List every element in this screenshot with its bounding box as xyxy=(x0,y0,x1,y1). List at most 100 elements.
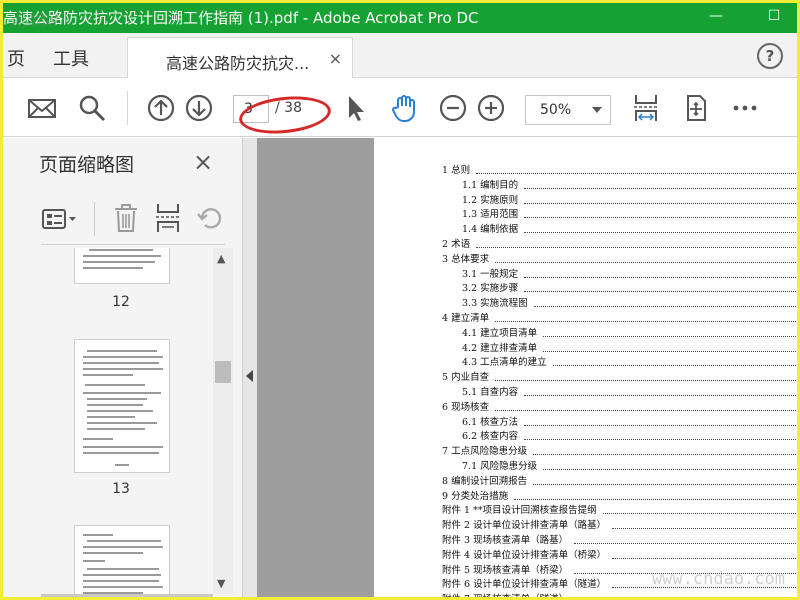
toc-entry[interactable]: 3.1 一般规定 xyxy=(462,266,797,280)
toolbar: 3 / 38 50% xyxy=(3,79,797,138)
toc-entry[interactable]: 1.2 实施原则 xyxy=(462,192,797,206)
toc-entry[interactable]: 附件 7 现场核查清单（隧道） xyxy=(442,591,797,597)
toc-entry[interactable]: 2 术语 xyxy=(442,236,797,250)
toc-entry[interactable]: 附件 3 现场核查清单（路基） xyxy=(442,532,797,546)
toc-entry[interactable]: 3 总体要求 xyxy=(442,251,797,265)
toc-entry-text: 6 现场核查 xyxy=(442,401,492,413)
toc-leader-dots xyxy=(612,528,797,530)
menu-tab-bar: 页 工具 高速公路防灾抗灾... × ? xyxy=(3,33,797,78)
toc-leader-dots xyxy=(476,173,797,174)
menu-home[interactable]: 页 xyxy=(7,45,25,71)
toc-entry[interactable]: 6 现场核查 xyxy=(442,399,797,413)
split-page-icon[interactable] xyxy=(153,202,183,234)
select-cursor-icon[interactable] xyxy=(341,93,371,123)
thumbnail-horizontal-scrollbar[interactable] xyxy=(41,594,213,597)
toc-entry[interactable]: 6.1 核查方法 xyxy=(462,414,797,428)
toc-entry[interactable]: 附件 1 **项目设计回溯核查报告提纲 xyxy=(442,502,797,517)
panel-tools-divider xyxy=(94,202,95,236)
toc-entry[interactable]: 1.4 编制依据 xyxy=(462,221,797,236)
search-icon[interactable] xyxy=(77,93,107,123)
toc-entry[interactable]: 4.1 建立项目清单 xyxy=(462,325,797,339)
toc-entry-text: 附件 7 现场核查清单（隧道） xyxy=(442,594,571,597)
panel-splitter[interactable] xyxy=(243,138,257,597)
hand-tool-icon[interactable] xyxy=(389,93,419,123)
panel-tools xyxy=(39,198,225,244)
scroll-up-icon[interactable]: ▲ xyxy=(217,252,225,265)
toc-entry[interactable]: 附件 2 设计单位设计排查清单（路基） xyxy=(442,517,797,532)
thumbnail-page-number: 12 xyxy=(112,294,130,310)
toc-entry[interactable]: 3.2 实施步骤 xyxy=(462,280,797,295)
toc-leader-dots xyxy=(574,572,797,574)
toc-entry[interactable]: 3.3 实施流程图 xyxy=(462,295,797,310)
toc-entry-text: 附件 2 设计单位设计排查清单（路基） xyxy=(442,520,609,532)
toc-entry-text: 4.3 工点清单的建立 xyxy=(462,357,549,369)
maximize-button[interactable]: ☐ xyxy=(759,5,789,29)
toc-entry[interactable]: 1.1 编制目的 xyxy=(462,177,797,191)
document-tab-label: 高速公路防灾抗灾... xyxy=(166,54,310,73)
page-thumbnail-14[interactable] xyxy=(74,525,170,594)
document-tab[interactable]: 高速公路防灾抗灾... × xyxy=(127,37,353,78)
toc-leader-dots xyxy=(612,587,797,589)
email-icon[interactable] xyxy=(27,93,57,123)
zoom-in-icon[interactable] xyxy=(476,93,506,123)
toc-entry[interactable]: 7.1 风险隐患分级 xyxy=(462,458,797,472)
scrollbar-thumb[interactable] xyxy=(215,361,231,383)
panel-close-button[interactable]: × xyxy=(193,148,213,176)
toc-entry-text: 1.1 编制目的 xyxy=(462,179,521,191)
collapse-panel-icon[interactable] xyxy=(246,370,253,382)
toc-entry-text: 1.2 实施原则 xyxy=(462,194,521,206)
toc-entry[interactable]: 5 内业自查 xyxy=(442,369,797,384)
zoom-level-select[interactable]: 50% xyxy=(525,95,611,125)
toc-entry[interactable]: 4.3 工点清单的建立 xyxy=(462,354,797,369)
toc-entry[interactable]: 1.3 适用范围 xyxy=(462,206,797,221)
toc-entry-text: 4 建立清单 xyxy=(442,313,492,324)
next-page-icon[interactable] xyxy=(184,93,214,123)
full-screen-icon[interactable] xyxy=(681,93,711,123)
help-button[interactable]: ? xyxy=(757,43,783,69)
minimize-button[interactable]: — xyxy=(701,5,731,29)
toc-entry[interactable]: 8 编制设计回溯报告 xyxy=(442,473,797,487)
toc-entry-text: 5.1 自查内容 xyxy=(462,387,521,398)
thumbnail-options-icon[interactable] xyxy=(41,204,77,234)
rotate-page-icon[interactable] xyxy=(195,202,225,234)
toc-entry-text: 附件 5 现场核查清单（桥梁） xyxy=(442,564,571,576)
toc-leader-dots xyxy=(524,395,797,396)
toc-leader-dots xyxy=(524,276,797,278)
more-tools-icon[interactable] xyxy=(730,93,760,123)
thumbnail-page-number: 13 xyxy=(112,481,130,497)
document-tab-close-button[interactable]: × xyxy=(329,49,342,68)
toc-entry[interactable]: 4 建立清单 xyxy=(442,310,797,324)
toc-leader-dots xyxy=(533,454,797,456)
page-thumbnail-12[interactable] xyxy=(74,248,170,284)
zoom-out-icon[interactable] xyxy=(438,93,468,123)
document-background xyxy=(257,138,374,597)
toc-entry[interactable]: 4.2 建立排查清单 xyxy=(462,340,797,354)
title-bar: 高速公路防灾抗灾设计回溯工作指南 (1).pdf - Adobe Acrobat… xyxy=(3,3,797,33)
toc-entry[interactable]: 附件 4 设计单位设计排查清单（桥梁） xyxy=(442,547,797,561)
thumbnail-scrollbar[interactable]: ▲ ▼ xyxy=(213,248,233,594)
toc-entry-text: 2 术语 xyxy=(442,239,473,250)
zoom-level-value: 50% xyxy=(540,102,572,118)
toc-entry[interactable]: 7 工点风险隐患分级 xyxy=(442,443,797,458)
toc-entry[interactable]: 9 分类处治措施 xyxy=(442,488,797,502)
page-thumbnail-13[interactable] xyxy=(74,339,170,473)
toc-leader-dots xyxy=(476,247,797,248)
thumbnail-list: 12 13 xyxy=(41,248,213,594)
toc-leader-dots xyxy=(495,261,797,263)
toc-leader-dots xyxy=(603,513,797,515)
previous-page-icon[interactable] xyxy=(146,93,176,123)
toc-leader-dots xyxy=(514,498,797,500)
toc-entry-text: 7 工点风险隐患分级 xyxy=(442,446,530,458)
toc-entry-text: 4.2 建立排查清单 xyxy=(462,342,540,354)
toc-entry[interactable]: 5.1 自查内容 xyxy=(462,384,797,398)
scroll-down-icon[interactable]: ▼ xyxy=(217,577,225,590)
toc-entry[interactable]: 6.2 核查内容 xyxy=(462,428,797,443)
page-thumbnails-panel: 页面缩略图 × 12 13 ▲ ▼ xyxy=(3,138,243,597)
delete-page-icon[interactable] xyxy=(111,202,141,234)
toc-entry-text: 6.1 核查方法 xyxy=(462,416,521,428)
panel-title: 页面缩略图 xyxy=(39,154,135,176)
toc-entry-text: 3.3 实施流程图 xyxy=(462,298,530,310)
menu-tools[interactable]: 工具 xyxy=(53,45,89,71)
fit-page-icon[interactable] xyxy=(631,93,661,123)
toc-entry[interactable]: 1 总则 xyxy=(442,162,797,176)
